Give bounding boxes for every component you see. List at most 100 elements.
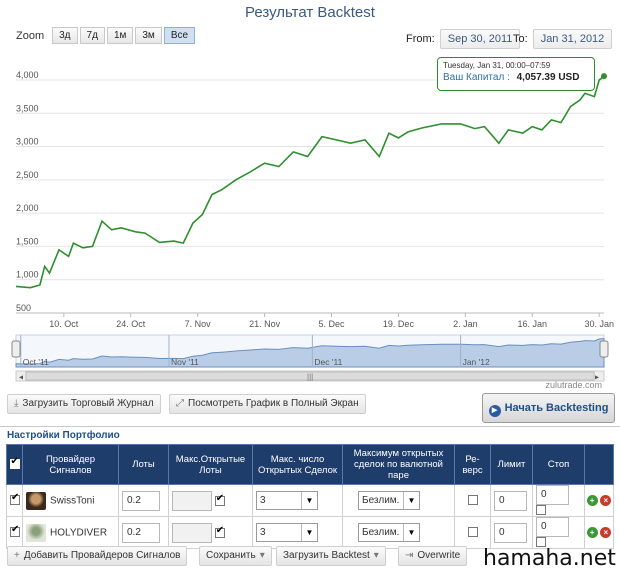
- max-lots-cell: [168, 484, 253, 517]
- zoom-controls: Zoom 3д 7д 1м 3м Все: [16, 27, 196, 44]
- start-backtesting-button[interactable]: ▶ Начать Backtesting: [482, 393, 615, 423]
- zoom-all-button[interactable]: Все: [163, 27, 196, 44]
- reverse-checkbox[interactable]: [467, 527, 478, 538]
- chevron-down-icon: ▼: [403, 492, 419, 509]
- reverse-checkbox[interactable]: [467, 495, 478, 506]
- save-button[interactable]: Сохранить ▾: [199, 546, 272, 566]
- load-backtest-button[interactable]: Загрузить Backtest ▾: [276, 546, 386, 566]
- max-lots-input[interactable]: [172, 522, 212, 543]
- max-lots-checkbox[interactable]: [214, 525, 225, 538]
- load-backtest-label: Загрузить Backtest: [283, 550, 370, 561]
- reverse-cell: [454, 484, 491, 517]
- row-checkbox[interactable]: [10, 492, 20, 506]
- zoom-3m-button[interactable]: 3м: [135, 27, 162, 44]
- zoom-7d-button[interactable]: 7д: [79, 27, 105, 44]
- chevron-down-icon: ▼: [301, 524, 317, 541]
- header-max-pair: Максимум открытых сделок по валютной пар…: [342, 444, 455, 485]
- overwrite-label: Overwrite: [417, 550, 461, 561]
- lots-input[interactable]: 0.2: [122, 490, 160, 511]
- y-tick-label: 500: [16, 303, 31, 313]
- overwrite-button[interactable]: ⇥ Overwrite: [398, 546, 468, 566]
- limit-cell: 0: [490, 484, 533, 517]
- add-icon[interactable]: +: [586, 526, 598, 538]
- max-pair-cell: Безлим. ▼: [342, 516, 455, 549]
- stop-checkbox[interactable]: [536, 505, 546, 516]
- arrow-right-icon: ⇥: [405, 550, 414, 561]
- from-label: From:: [406, 33, 435, 45]
- provider-cell: HOLYDIVER: [22, 516, 119, 549]
- portfolio-title: Настройки Портфолио: [7, 430, 120, 441]
- max-lots-checkbox[interactable]: [214, 493, 225, 506]
- chevron-down-icon: ▾: [373, 550, 379, 561]
- remove-icon[interactable]: ×: [600, 494, 612, 506]
- play-icon: ▶: [488, 405, 501, 417]
- zoom-3d-button[interactable]: 3д: [52, 27, 78, 44]
- table-row: SwissToni 0.2 3▼ Безлим.▼ 0 0 + ×: [6, 484, 614, 517]
- load-journal-button[interactable]: ⤓ Загрузить Торговый Журнал: [7, 394, 161, 414]
- max-trades-value: 3: [260, 495, 266, 506]
- x-tick-label: 24. Oct: [116, 319, 146, 329]
- max-trades-value: 3: [260, 527, 266, 538]
- provider-name[interactable]: SwissToni: [50, 495, 94, 506]
- fullscreen-button[interactable]: ⤢ Посмотреть График в Полный Экран: [169, 394, 366, 414]
- table-row: HOLYDIVER 0.2 3▼ Безлим.▼ 0 0 + ×: [6, 516, 614, 549]
- navigator-label: Dec '11: [314, 357, 342, 367]
- equity-line: [15, 75, 605, 289]
- start-backtesting-label: Начать Backtesting: [504, 402, 609, 414]
- limit-input[interactable]: 0: [494, 522, 527, 543]
- max-lots-input[interactable]: [172, 490, 212, 511]
- chevron-down-icon: ▼: [403, 524, 419, 541]
- from-date-input[interactable]: Sep 30, 2011: [439, 29, 521, 49]
- x-tick-label: 5. Dec: [319, 319, 346, 329]
- reverse-cell: [454, 516, 491, 549]
- provider-cell: SwissToni: [22, 484, 119, 517]
- avatar: [26, 523, 46, 542]
- row-checkbox[interactable]: [10, 524, 20, 538]
- y-tick-label: 2,500: [16, 170, 39, 180]
- navigator-right-handle: [599, 340, 609, 358]
- zoom-1m-button[interactable]: 1м: [106, 27, 134, 44]
- stop-input[interactable]: 0: [536, 485, 569, 505]
- stop-input[interactable]: 0: [536, 517, 569, 537]
- add-providers-button[interactable]: + Добавить Провайдеров Сигналов: [7, 546, 188, 566]
- max-trades-cell: 3 ▼: [252, 484, 343, 517]
- select-all-checkbox[interactable]: [9, 456, 20, 470]
- remove-icon[interactable]: ×: [600, 526, 612, 538]
- row-select-cell: [6, 484, 23, 517]
- limit-input[interactable]: 0: [494, 490, 527, 511]
- max-pair-value: Безлим.: [362, 495, 400, 506]
- x-tick-label: 7. Nov: [185, 319, 212, 329]
- equity-chart[interactable]: 500 1,000 1,500 2,000 2,500 3,000 3,500 4,000 10…: [0, 55, 620, 385]
- lots-input[interactable]: 0.2: [122, 522, 160, 543]
- chevron-down-icon: ▼: [301, 492, 317, 509]
- y-tick-label: 3,000: [16, 137, 39, 147]
- stop-cell: 0: [532, 484, 585, 517]
- navigator-label: Jan '12: [463, 357, 490, 367]
- header-lots: Лоты: [118, 444, 169, 485]
- max-trades-select[interactable]: 3 ▼: [256, 523, 318, 542]
- section-divider: [0, 426, 620, 427]
- x-tick-label: 16. Jan: [518, 319, 548, 329]
- lots-cell: 0.2: [118, 484, 169, 517]
- max-pair-select[interactable]: Безлим. ▼: [358, 491, 420, 510]
- tooltip-label: Ваш Капитал :: [443, 72, 510, 83]
- scroll-left-icon: ◂: [19, 373, 23, 382]
- to-date-input[interactable]: Jan 31, 2012: [532, 29, 613, 49]
- navigator-left-handle: [11, 340, 21, 358]
- lots-cell: 0.2: [118, 516, 169, 549]
- row-actions-cell: + ×: [584, 484, 614, 517]
- fullscreen-label: Посмотреть График в Полный Экран: [188, 398, 359, 409]
- provider-name[interactable]: HOLYDIVER: [50, 527, 107, 538]
- x-tick-label: 19. Dec: [383, 319, 415, 329]
- add-icon[interactable]: +: [586, 494, 598, 506]
- max-trades-select[interactable]: 3 ▼: [256, 491, 318, 510]
- y-tick-label: 3,500: [16, 103, 39, 113]
- date-range-to: To: Jan 31, 2012: [513, 29, 613, 49]
- fullscreen-icon: ⤢: [176, 398, 184, 409]
- chevron-down-icon: ▾: [259, 550, 265, 561]
- select-all-header[interactable]: [6, 444, 23, 485]
- last-point-marker: [601, 73, 607, 80]
- stop-cell: 0: [532, 516, 585, 549]
- row-actions-cell: + ×: [584, 516, 614, 549]
- max-pair-select[interactable]: Безлим. ▼: [358, 523, 420, 542]
